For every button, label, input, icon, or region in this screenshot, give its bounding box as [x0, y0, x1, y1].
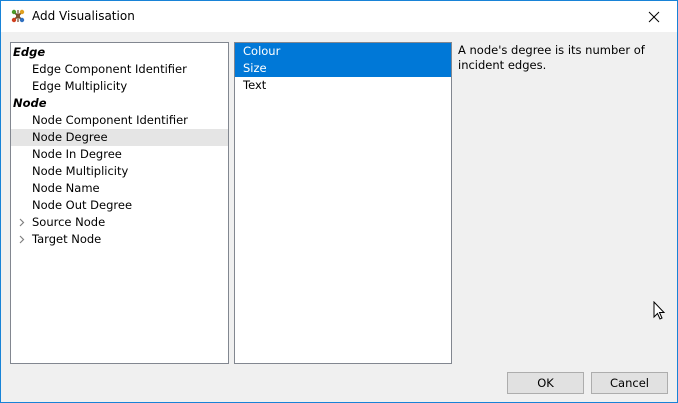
tree-item-node-out-degree[interactable]: Node Out Degree — [11, 197, 228, 214]
mouse-cursor-icon — [653, 301, 666, 320]
vis-item-colour[interactable]: Colour — [235, 43, 451, 60]
cancel-button[interactable]: Cancel — [591, 372, 668, 394]
close-icon — [648, 11, 660, 22]
tree-item-node-component-identifier[interactable]: Node Component Identifier — [11, 112, 228, 129]
tree-item-source-node[interactable]: Source Node — [11, 214, 228, 231]
close-button[interactable] — [631, 1, 677, 32]
tree-item-edge-component-identifier[interactable]: Edge Component Identifier — [11, 61, 228, 78]
tree-item-node-degree[interactable]: Node Degree — [11, 129, 228, 146]
tree-group-edge[interactable]: Edge — [11, 44, 228, 61]
visualisation-type-list[interactable]: Colour Size Text — [234, 42, 452, 364]
tree-item-node-multiplicity[interactable]: Node Multiplicity — [11, 163, 228, 180]
vis-item-size[interactable]: Size — [235, 60, 451, 77]
attribute-description: A node's degree is its number of inciden… — [458, 43, 645, 72]
vis-item-text[interactable]: Text — [235, 77, 451, 94]
tree-item-target-node[interactable]: Target Node — [11, 231, 228, 248]
add-visualisation-dialog: Add Visualisation Edge Edge Component Id… — [0, 0, 678, 403]
dialog-title: Add Visualisation — [32, 9, 135, 23]
tree-item-node-in-degree[interactable]: Node In Degree — [11, 146, 228, 163]
chevron-right-icon[interactable] — [17, 231, 27, 248]
tree-item-edge-multiplicity[interactable]: Edge Multiplicity — [11, 78, 228, 95]
title-bar: Add Visualisation — [1, 1, 677, 32]
ok-button[interactable]: OK — [507, 372, 584, 394]
tree-group-node[interactable]: Node — [11, 95, 228, 112]
tree-graph-app-icon — [11, 9, 25, 23]
attribute-tree[interactable]: Edge Edge Component Identifier Edge Mult… — [10, 42, 229, 364]
tree-item-label: Target Node — [32, 232, 102, 246]
chevron-right-icon[interactable] — [17, 214, 27, 231]
tree-item-node-name[interactable]: Node Name — [11, 180, 228, 197]
tree-item-label: Source Node — [32, 215, 106, 229]
